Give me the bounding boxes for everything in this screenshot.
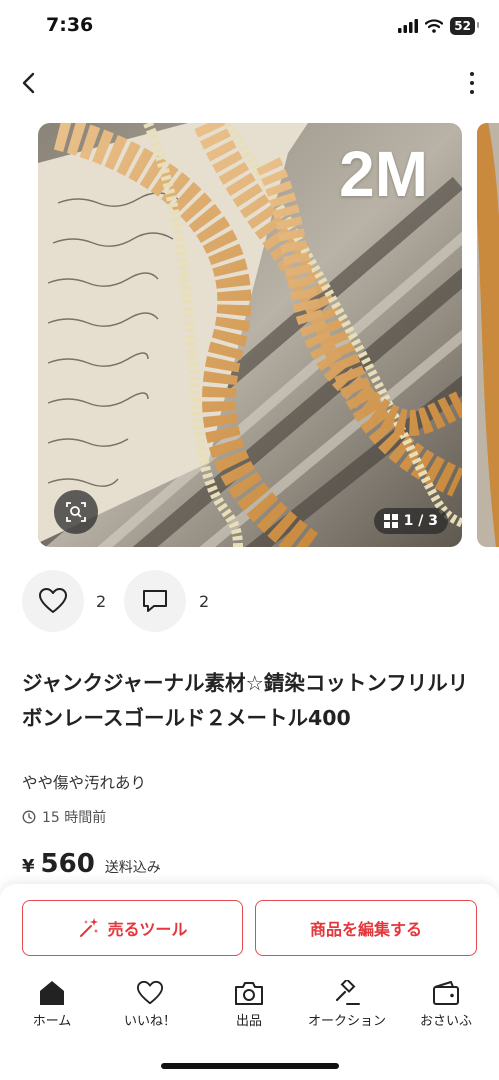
wallet-icon xyxy=(433,981,459,1005)
more-dot xyxy=(470,80,474,85)
posted-time-text: 15 時間前 xyxy=(42,810,107,826)
heart-icon xyxy=(39,588,67,613)
comment-button[interactable] xyxy=(124,570,186,632)
comment-count: 2 xyxy=(199,592,210,611)
comment-icon xyxy=(143,590,167,612)
back-button[interactable] xyxy=(16,66,46,100)
image-search-button[interactable] xyxy=(54,490,98,534)
image-counter: 1 / 3 xyxy=(373,508,448,534)
status-icons: 52 xyxy=(398,17,479,35)
tab-auction[interactable]: オークション xyxy=(302,980,392,1029)
like-count: 2 xyxy=(96,592,107,611)
clock-icon xyxy=(22,810,36,824)
wifi-icon xyxy=(425,19,444,33)
home-icon xyxy=(40,981,64,1005)
shipping-label: 送料込み xyxy=(104,860,161,876)
tab-label: いいね！ xyxy=(123,1014,176,1029)
signal-icon xyxy=(398,19,419,33)
edit-item-label: 商品を編集する xyxy=(309,920,422,939)
camera-icon xyxy=(235,982,263,1005)
more-options-button[interactable] xyxy=(467,70,477,96)
home-indicator xyxy=(161,1063,339,1069)
sell-tool-button[interactable]: 売るツール xyxy=(22,900,243,956)
tab-label: おさいふ xyxy=(419,1014,472,1029)
tab-home[interactable]: ホーム xyxy=(7,980,97,1029)
item-title: ジャンクジャーナル素材☆錆染コットンフリルリボンレースゴールド２メートル400 xyxy=(22,671,469,730)
sell-tool-label: 売るツール xyxy=(107,920,188,939)
price-value: 560 xyxy=(40,849,95,879)
item-actions: 2 2 xyxy=(22,570,442,632)
product-image[interactable]: 2M 1 / 3 xyxy=(38,123,462,547)
more-dot xyxy=(470,89,474,94)
currency-symbol: ¥ xyxy=(22,856,35,877)
tab-bar: ホーム いいね！ 出品 オークション おさいふ xyxy=(0,980,499,1040)
more-dot xyxy=(470,72,474,77)
next-photo-thumbnail xyxy=(477,123,499,547)
tab-label: 出品 xyxy=(235,1014,262,1029)
bottom-panel: 売るツール 商品を編集する ホーム いいね！ 出品 オークション おさいふ xyxy=(0,884,499,1080)
tab-sell[interactable]: 出品 xyxy=(204,980,294,1029)
item-condition: やや傷や汚れあり xyxy=(22,774,147,792)
heart-icon xyxy=(137,980,163,1005)
grid-icon xyxy=(383,514,398,528)
nav-bar xyxy=(0,62,499,104)
tab-wallet[interactable]: おさいふ xyxy=(401,980,491,1029)
sparkle-wand-icon xyxy=(79,918,98,937)
edit-item-button[interactable]: 商品を編集する xyxy=(255,900,477,956)
tab-label: オークション xyxy=(307,1014,386,1029)
posted-time: 15 時間前 xyxy=(22,807,106,827)
price: ¥ 560 送料込み xyxy=(22,849,161,879)
image-counter-text: 1 / 3 xyxy=(403,513,438,529)
image-search-icon xyxy=(66,502,86,522)
status-time: 7:36 xyxy=(46,14,94,36)
status-bar: 7:36 52 xyxy=(0,0,499,54)
next-image-preview[interactable] xyxy=(477,123,499,547)
gavel-icon xyxy=(335,980,360,1005)
photo-overlay-text: 2M xyxy=(339,138,428,210)
tab-likes[interactable]: いいね！ xyxy=(105,980,195,1029)
tab-label: ホーム xyxy=(32,1014,72,1029)
chevron-left-icon xyxy=(22,72,35,94)
battery-icon: 52 xyxy=(450,17,479,35)
like-button[interactable] xyxy=(22,570,84,632)
